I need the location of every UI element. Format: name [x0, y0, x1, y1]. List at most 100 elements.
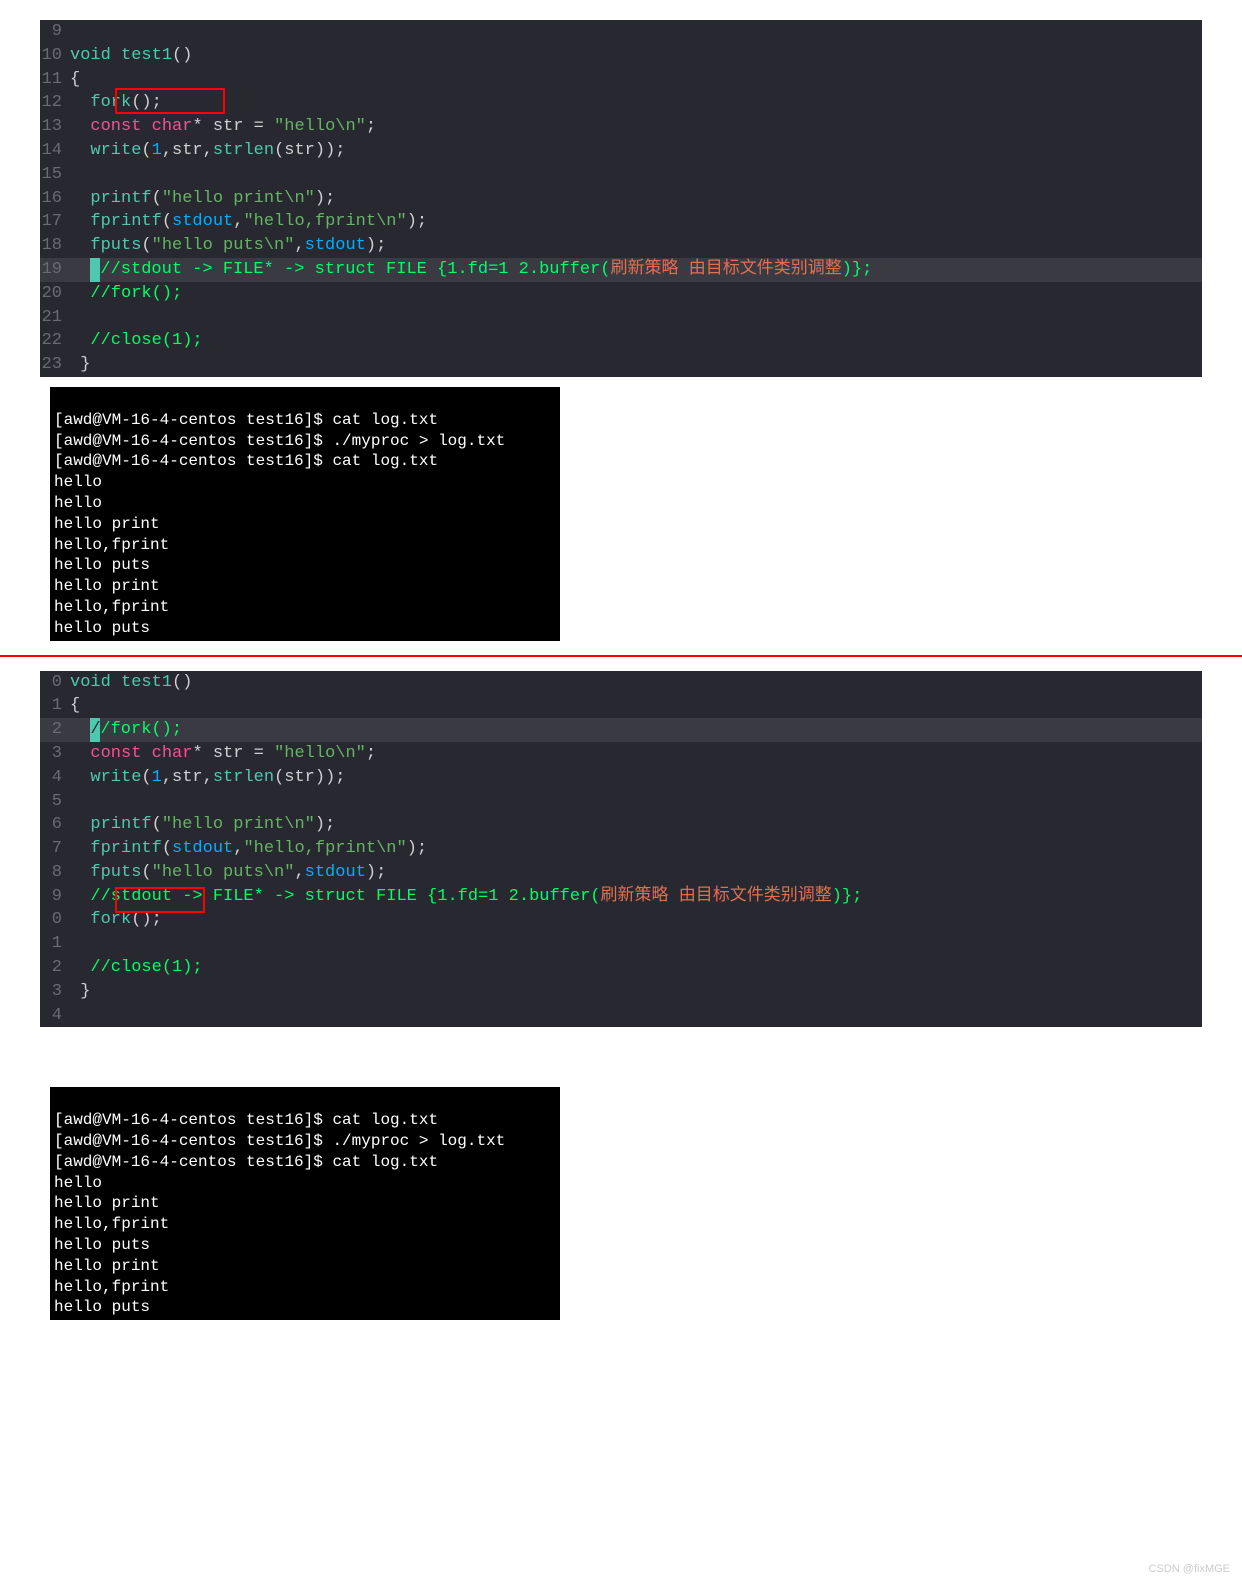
- watermark: CSDN @fixMGE: [1149, 1563, 1230, 1575]
- code-content: [70, 306, 1202, 330]
- code-content: void test1(): [70, 671, 1202, 695]
- code-content: [70, 790, 1202, 814]
- line-number: 2: [40, 718, 70, 742]
- line-number: 0: [40, 671, 70, 695]
- terminal-line: hello print: [50, 576, 560, 597]
- code-line[interactable]: 7 fprintf(stdout,"hello,fprint\n");: [40, 837, 1202, 861]
- cursor: [90, 258, 100, 282]
- code-line[interactable]: 11{: [40, 68, 1202, 92]
- cursor: /: [90, 718, 100, 742]
- line-number: 4: [40, 766, 70, 790]
- code-line[interactable]: 3 const char* str = "hello\n";: [40, 742, 1202, 766]
- code-line[interactable]: 6 printf("hello print\n");: [40, 813, 1202, 837]
- line-number: 10: [40, 44, 70, 68]
- code-line[interactable]: 2 //close(1);: [40, 956, 1202, 980]
- code-line[interactable]: 20 //fork();: [40, 282, 1202, 306]
- terminal-line: hello print: [50, 1256, 560, 1277]
- line-number: 1: [40, 694, 70, 718]
- line-number: 15: [40, 163, 70, 187]
- code-content: fork();: [70, 908, 1202, 932]
- line-number: 9: [40, 885, 70, 909]
- terminal-line: hello,fprint: [50, 597, 560, 618]
- terminal-line: [awd@VM-16-4-centos test16]$ ./myproc > …: [50, 1131, 560, 1152]
- code-line[interactable]: 13 const char* str = "hello\n";: [40, 115, 1202, 139]
- terminal-line: hello,fprint: [50, 535, 560, 556]
- code-content: const char* str = "hello\n";: [70, 742, 1202, 766]
- code-content: //stdout -> FILE* -> struct FILE {1.fd=1…: [70, 258, 1202, 282]
- line-number: 19: [40, 258, 70, 282]
- code-line[interactable]: 17 fprintf(stdout,"hello,fprint\n");: [40, 210, 1202, 234]
- line-number: 11: [40, 68, 70, 92]
- terminal-output-1: [awd@VM-16-4-centos test16]$ cat log.txt…: [50, 387, 560, 641]
- code-line[interactable]: 5: [40, 790, 1202, 814]
- code-line[interactable]: 9: [40, 20, 1202, 44]
- code-content: //fork();: [70, 282, 1202, 306]
- code-content: write(1,str,strlen(str));: [70, 139, 1202, 163]
- code-content: fputs("hello puts\n",stdout);: [70, 234, 1202, 258]
- line-number: 17: [40, 210, 70, 234]
- line-number: 21: [40, 306, 70, 330]
- code-line[interactable]: 14 write(1,str,strlen(str));: [40, 139, 1202, 163]
- terminal-line: hello,fprint: [50, 1277, 560, 1298]
- code-content: //stdout -> FILE* -> struct FILE {1.fd=1…: [70, 885, 1202, 909]
- code-line[interactable]: 19 //stdout -> FILE* -> struct FILE {1.f…: [40, 258, 1202, 282]
- code-line[interactable]: 1{: [40, 694, 1202, 718]
- line-number: 1: [40, 932, 70, 956]
- code-line[interactable]: 4: [40, 1004, 1202, 1028]
- code-content: const char* str = "hello\n";: [70, 115, 1202, 139]
- code-content: {: [70, 68, 1202, 92]
- terminal-line: hello,fprint: [50, 1214, 560, 1235]
- code-content: printf("hello print\n");: [70, 813, 1202, 837]
- code-line[interactable]: 10void test1(): [40, 44, 1202, 68]
- code-line[interactable]: 23 }: [40, 353, 1202, 377]
- code-content: //close(1);: [70, 329, 1202, 353]
- code-content: fputs("hello puts\n",stdout);: [70, 861, 1202, 885]
- code-content: void test1(): [70, 44, 1202, 68]
- code-line[interactable]: 22 //close(1);: [40, 329, 1202, 353]
- code-line[interactable]: 16 printf("hello print\n");: [40, 187, 1202, 211]
- code-line[interactable]: 12 fork();: [40, 91, 1202, 115]
- line-number: 16: [40, 187, 70, 211]
- code-line[interactable]: 3 }: [40, 980, 1202, 1004]
- line-number: 4: [40, 1004, 70, 1028]
- code-content: //fork();: [70, 718, 1202, 742]
- code-line[interactable]: 15: [40, 163, 1202, 187]
- code-editor-1[interactable]: 910void test1()11{12 fork();13 const cha…: [40, 20, 1202, 377]
- line-number: 18: [40, 234, 70, 258]
- divider-line: [0, 655, 1242, 657]
- line-number: 12: [40, 91, 70, 115]
- line-number: 6: [40, 813, 70, 837]
- code-line[interactable]: 4 write(1,str,strlen(str));: [40, 766, 1202, 790]
- code-content: }: [70, 353, 1202, 377]
- line-number: 9: [40, 20, 70, 44]
- code-content: fprintf(stdout,"hello,fprint\n");: [70, 837, 1202, 861]
- terminal-line: hello puts: [50, 618, 560, 639]
- code-content: {: [70, 694, 1202, 718]
- line-number: 13: [40, 115, 70, 139]
- terminal-line: [awd@VM-16-4-centos test16]$ cat log.txt: [50, 1152, 560, 1173]
- code-line[interactable]: 0 fork();: [40, 908, 1202, 932]
- terminal-line: hello print: [50, 1193, 560, 1214]
- line-number: 23: [40, 353, 70, 377]
- code-line[interactable]: 0void test1(): [40, 671, 1202, 695]
- terminal-line: hello: [50, 493, 560, 514]
- terminal-line: [awd@VM-16-4-centos test16]$ ./myproc > …: [50, 431, 560, 452]
- terminal-line: [awd@VM-16-4-centos test16]$ cat log.txt: [50, 1110, 560, 1131]
- line-number: 5: [40, 790, 70, 814]
- code-content: fprintf(stdout,"hello,fprint\n");: [70, 210, 1202, 234]
- terminal-output-2: [awd@VM-16-4-centos test16]$ cat log.txt…: [50, 1087, 560, 1320]
- terminal-line: [awd@VM-16-4-centos test16]$ cat log.txt: [50, 451, 560, 472]
- code-line[interactable]: 18 fputs("hello puts\n",stdout);: [40, 234, 1202, 258]
- code-line[interactable]: 9 //stdout -> FILE* -> struct FILE {1.fd…: [40, 885, 1202, 909]
- terminal-line: hello print: [50, 514, 560, 535]
- code-line[interactable]: 2 //fork();: [40, 718, 1202, 742]
- code-content: write(1,str,strlen(str));: [70, 766, 1202, 790]
- code-editor-2[interactable]: 0void test1()1{2 //fork();3 const char* …: [40, 671, 1202, 1028]
- code-line[interactable]: 1: [40, 932, 1202, 956]
- code-content: printf("hello print\n");: [70, 187, 1202, 211]
- terminal-line: hello puts: [50, 1297, 560, 1318]
- code-line[interactable]: 21: [40, 306, 1202, 330]
- line-number: 8: [40, 861, 70, 885]
- code-line[interactable]: 8 fputs("hello puts\n",stdout);: [40, 861, 1202, 885]
- code-content: [70, 163, 1202, 187]
